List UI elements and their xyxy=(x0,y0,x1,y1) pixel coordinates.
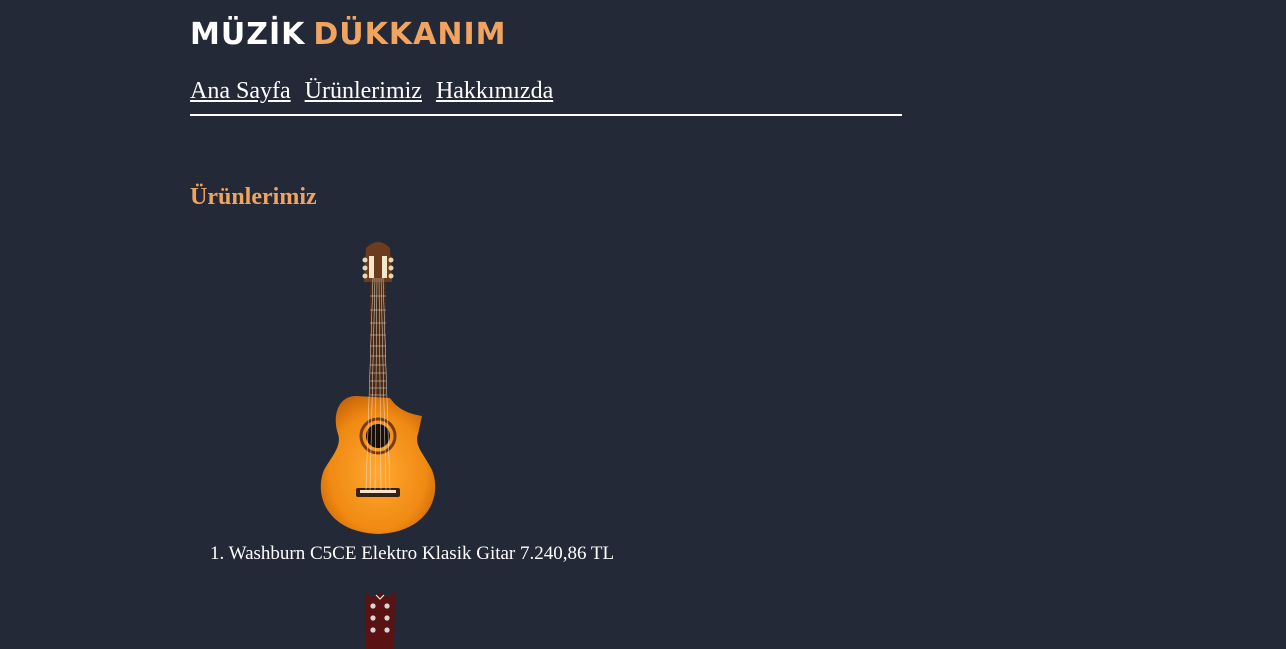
classical-guitar-image xyxy=(318,238,442,538)
logo-word-dukkanim: DÜKKANIM xyxy=(313,17,507,52)
logo-word-muzik: MÜZİK xyxy=(190,17,306,52)
section-title: Ürünlerimiz xyxy=(190,184,317,210)
main-navigation: Ana Sayfa Ürünlerimiz Hakkımızda xyxy=(190,76,902,116)
product-number: 1. xyxy=(210,543,225,564)
nav-link-ana-sayfa[interactable]: Ana Sayfa xyxy=(190,78,291,104)
product-name: Washburn C5CE Elektro Klasik Gitar xyxy=(228,543,516,564)
nav-link-urunlerimiz[interactable]: Ürünlerimiz xyxy=(305,78,422,104)
site-logo[interactable]: MÜZİK DÜKKANIM xyxy=(190,18,507,52)
product-item-1[interactable]: 1. Washburn C5CE Elektro Klasik Gitar 7.… xyxy=(210,542,614,566)
nav-link-hakkimizda[interactable]: Hakkımızda xyxy=(436,78,553,104)
electric-guitar-headstock-image xyxy=(360,590,400,649)
product-price: 7.240,86 TL xyxy=(520,543,615,564)
